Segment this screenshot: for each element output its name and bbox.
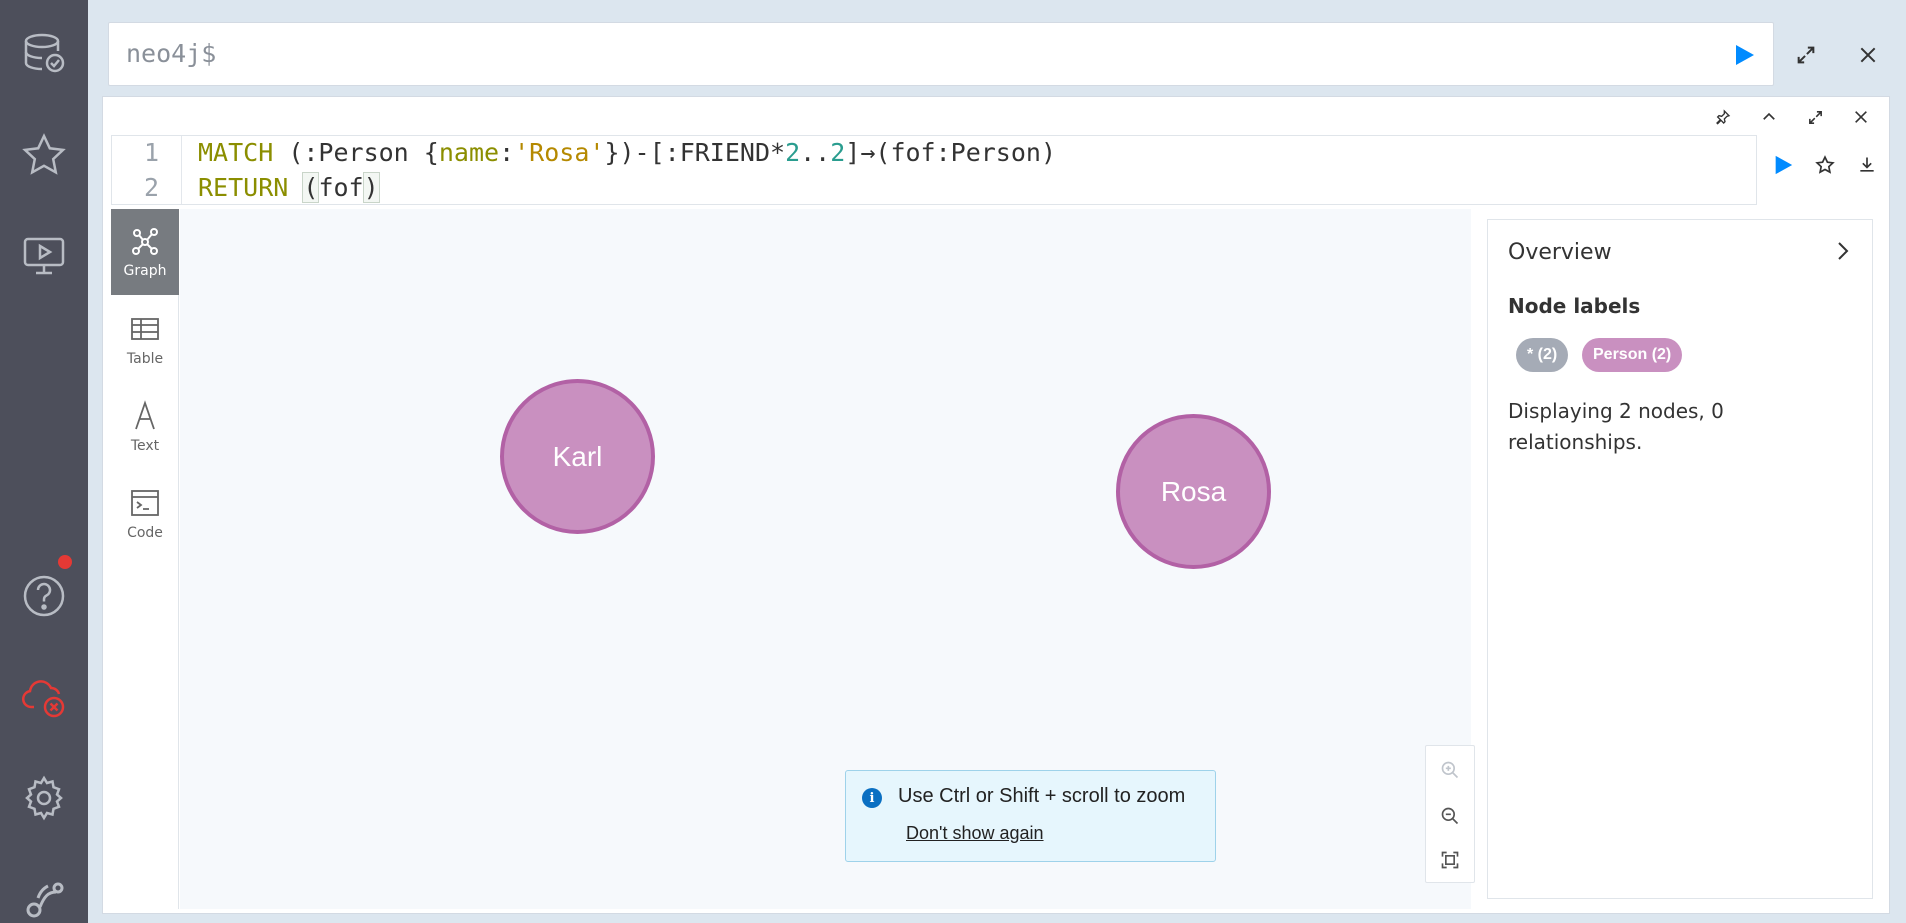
guides-button[interactable]	[0, 216, 88, 296]
expand-icon	[1797, 46, 1815, 64]
zoom-in-button[interactable]	[1426, 748, 1474, 792]
view-text[interactable]: Text	[111, 384, 179, 470]
favorite-query-button[interactable]	[1805, 145, 1845, 185]
overview-summary: Displaying 2 nodes, 0 relationships.	[1508, 399, 1724, 454]
neo4j-logo-icon	[26, 882, 64, 918]
run-command-button[interactable]	[1724, 35, 1764, 75]
overview-title: Overview	[1508, 240, 1612, 265]
notification-dot	[58, 555, 72, 569]
overview-panel: Overview Node labels * (2) Person (2) Di…	[1487, 219, 1873, 899]
star-icon	[1815, 155, 1835, 174]
star-icon	[22, 133, 66, 175]
download-button[interactable]	[1847, 145, 1887, 185]
fit-screen-icon	[1441, 851, 1459, 869]
help-icon	[23, 575, 65, 617]
database-button[interactable]	[0, 13, 88, 93]
token-text: (:Person {	[273, 138, 439, 167]
token-text: ]→(fof:Person)	[845, 138, 1057, 167]
play-icon	[1775, 155, 1793, 175]
favorites-button[interactable]	[0, 115, 88, 195]
info-icon: i	[862, 788, 882, 808]
token-text: :	[499, 138, 515, 167]
help-button[interactable]	[0, 556, 88, 636]
play-icon	[1736, 45, 1754, 65]
view-label: Code	[127, 525, 163, 541]
token-string: 'Rosa'	[514, 138, 605, 167]
zoom-in-icon	[1441, 761, 1459, 779]
line-gutter: 1 2	[112, 136, 182, 204]
gear-icon	[25, 775, 63, 821]
token-bracket: )	[362, 172, 380, 203]
command-prompt: neo4j$	[126, 39, 217, 68]
clear-editor-button[interactable]	[1848, 35, 1888, 75]
token-number: 2	[830, 138, 846, 167]
close-icon	[1860, 47, 1876, 63]
close-frame-button[interactable]	[1841, 97, 1881, 137]
node-labels-heading: Node labels	[1508, 294, 1641, 318]
node-caption: Karl	[552, 440, 603, 472]
view-label: Graph	[123, 263, 167, 279]
chevron-up-icon	[1763, 112, 1775, 120]
graph-node-rosa[interactable]: Rosa	[1116, 414, 1271, 569]
connection-status-button[interactable]	[0, 657, 88, 737]
code-line-2: RETURN (fof)	[198, 172, 380, 203]
dont-show-again-link[interactable]: Don't show again	[906, 823, 1044, 844]
settings-button[interactable]	[0, 758, 88, 838]
code-icon	[131, 490, 159, 516]
code-line-1: MATCH (:Person {name:'Rosa'})-[:FRIEND*2…	[198, 138, 1056, 167]
token-variable: fof	[318, 173, 364, 202]
token-bracket: (	[302, 172, 320, 203]
expand-icon	[1808, 110, 1822, 124]
collapse-overview-button[interactable]	[1826, 234, 1860, 268]
view-label: Table	[126, 351, 164, 367]
graph-node-karl[interactable]: Karl	[500, 379, 655, 534]
collapse-frame-button[interactable]	[1749, 97, 1789, 137]
neo4j-logo-button[interactable]	[0, 858, 88, 923]
close-icon	[1855, 111, 1867, 123]
run-query-button[interactable]	[1763, 145, 1803, 185]
left-sidebar	[0, 0, 88, 923]
download-icon	[1860, 157, 1874, 172]
query-editor[interactable]: 1 2 MATCH (:Person {name:'Rosa'})-[:FRIE…	[111, 135, 1757, 205]
cloud-error-icon	[22, 680, 65, 718]
fullscreen-editor-button[interactable]	[1786, 35, 1826, 75]
label-pill-all[interactable]: * (2)	[1516, 338, 1569, 372]
line-number: 2	[143, 173, 159, 202]
graph-canvas[interactable]: Karl Rosa	[180, 209, 1471, 909]
monitor-play-icon	[23, 237, 65, 275]
zoom-controls	[1425, 745, 1475, 883]
result-frame: 1 2 MATCH (:Person {name:'Rosa'})-[:FRIE…	[102, 96, 1890, 914]
label-pill-person[interactable]: Person (2)	[1582, 338, 1683, 372]
view-table[interactable]: Table	[111, 297, 179, 383]
text-icon	[135, 400, 155, 430]
token-keyword: MATCH	[198, 138, 274, 167]
fullscreen-frame-button[interactable]	[1795, 97, 1835, 137]
token-keyword: RETURN	[198, 173, 289, 202]
zoom-out-button[interactable]	[1426, 794, 1474, 838]
chevron-right-icon	[1838, 242, 1849, 260]
toast-message: Use Ctrl or Shift + scroll to zoom	[898, 785, 1186, 807]
view-code[interactable]: Code	[111, 471, 179, 557]
token-text: ..	[800, 138, 831, 167]
zoom-out-icon	[1441, 807, 1459, 825]
token-text: })-[:FRIEND*	[604, 138, 786, 167]
table-icon	[131, 318, 159, 340]
node-caption: Rosa	[1160, 475, 1227, 507]
pin-icon	[1716, 109, 1731, 125]
graph-icon	[132, 228, 158, 255]
line-number: 1	[143, 138, 159, 167]
zoom-hint-toast: i Use Ctrl or Shift + scroll to zoom Don…	[845, 770, 1216, 862]
database-icon	[24, 33, 65, 73]
view-label: Text	[130, 438, 160, 454]
token-property: name	[438, 138, 500, 167]
command-bar[interactable]: neo4j$	[108, 22, 1774, 86]
token-number: 2	[785, 138, 801, 167]
view-switcher: Graph Table Text Code	[111, 209, 179, 909]
pin-frame-button[interactable]	[1703, 97, 1743, 137]
view-graph[interactable]: Graph	[111, 209, 179, 295]
fit-to-screen-button[interactable]	[1426, 838, 1474, 882]
